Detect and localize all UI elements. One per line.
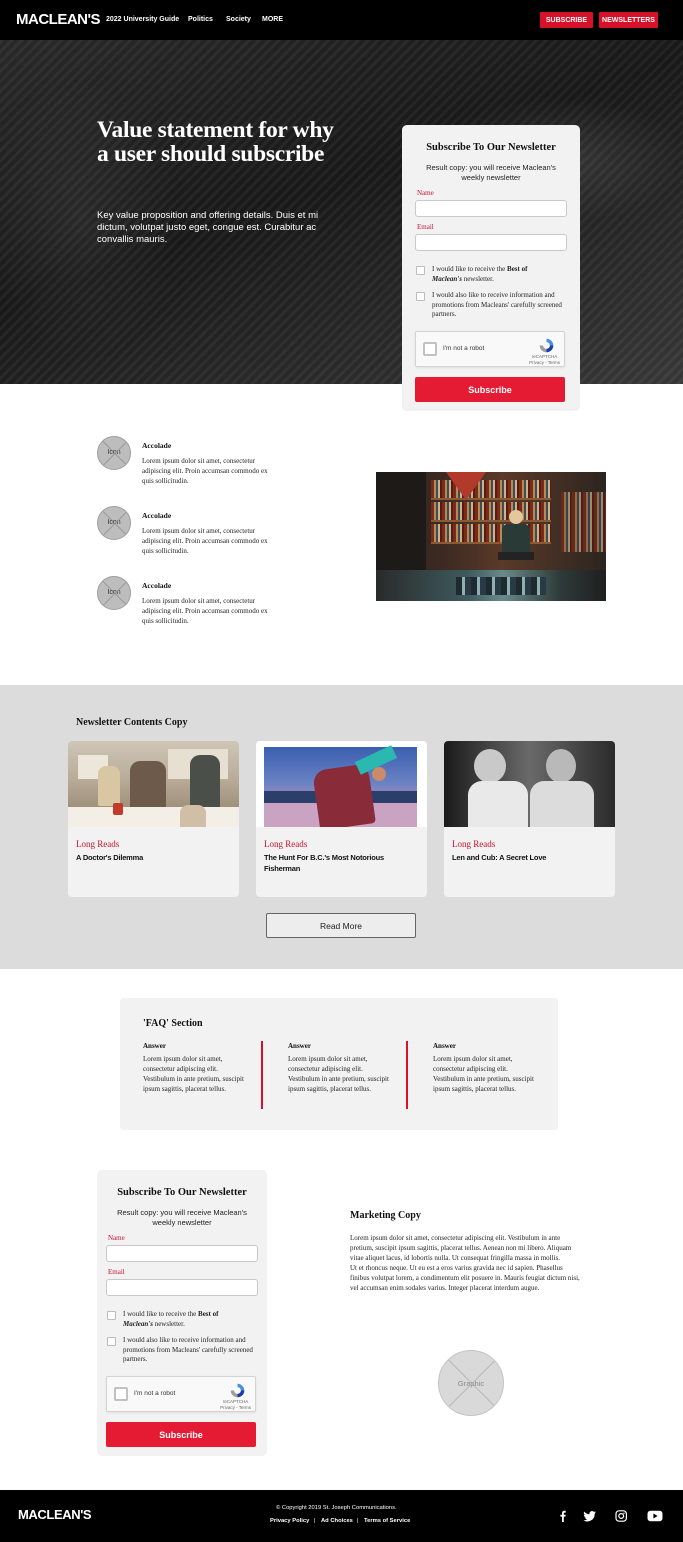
newsletter-title: Subscribe To Our Newsletter: [426, 142, 556, 153]
footer-link-privacy[interactable]: Privacy Policy: [270, 1518, 309, 1524]
recaptcha-logo-icon: [230, 1383, 245, 1398]
recaptcha-checkbox[interactable]: [423, 342, 437, 356]
header-newsletters-button[interactable]: NEWSLETTERS: [599, 12, 658, 28]
nav-politics[interactable]: Politics: [188, 16, 213, 23]
recaptcha-brand: reCAPTCHA Privacy - Terms: [220, 1399, 251, 1410]
graphic-placeholder: Graphic: [438, 1350, 504, 1416]
article-headline[interactable]: Len and Cub: A Secret Love: [452, 852, 602, 863]
bottom-newsletter-card: Subscribe To Our Newsletter Result copy:…: [97, 1170, 267, 1456]
name-field[interactable]: [415, 200, 567, 217]
footer-link-ad-choices[interactable]: Ad Choices: [321, 1518, 353, 1524]
recaptcha-label: I'm not a robot: [134, 1390, 176, 1397]
footer-separator: |: [357, 1518, 359, 1524]
faq-title: 'FAQ' Section: [143, 1018, 203, 1029]
marketing-paragraph: Lorem ipsum dolor sit amet, consectetur …: [350, 1234, 572, 1262]
article-card[interactable]: Long Reads The Hunt For B.C.'s Most Noto…: [256, 741, 427, 897]
footer-logo[interactable]: MACLEAN'S: [18, 1507, 92, 1522]
faq-answer-text: Lorem ipsum dolor sit amet, consectetur …: [433, 1055, 534, 1093]
name-label: Name: [417, 189, 434, 197]
faq-divider: [261, 1041, 263, 1109]
marketing-title: Marketing Copy: [350, 1210, 421, 1221]
recaptcha-widget: I'm not a robot reCAPTCHA Privacy - Terms: [106, 1376, 256, 1412]
nav-university-guide[interactable]: 2022 University Guide: [106, 16, 179, 23]
article-headline[interactable]: A Doctor's Dilemma: [76, 852, 226, 863]
marketing-text: Lorem ipsum dolor sit amet, consectetur …: [350, 1233, 580, 1293]
hero-body: Key value proposition and offering detai…: [97, 210, 319, 245]
accolade-text: Lorem ipsum dolor sit amet, consectetur …: [142, 527, 268, 555]
faq-answer-heading: Answer: [143, 1042, 166, 1050]
newsletter-copy: Result copy: you will receive Maclean's …: [426, 163, 556, 182]
recaptcha-label: I'm not a robot: [443, 345, 485, 352]
partners-checkbox[interactable]: [416, 292, 425, 301]
faq-answer-heading: Answer: [288, 1042, 311, 1050]
faq-answer-text: Lorem ipsum dolor sit amet, consectetur …: [143, 1055, 244, 1093]
newsletter-contents-title: Newsletter Contents Copy: [76, 717, 188, 728]
site-logo[interactable]: MACLEAN'S: [16, 11, 101, 28]
name-field[interactable]: [106, 1245, 258, 1262]
accolade-text: Lorem ipsum dolor sit amet, consectetur …: [142, 457, 268, 485]
youtube-icon[interactable]: [647, 1510, 663, 1522]
article-headline[interactable]: The Hunt For B.C.'s Most Notorious Fishe…: [264, 852, 414, 874]
recaptcha-brand: reCAPTCHA Privacy - Terms: [529, 354, 560, 365]
nav-society[interactable]: Society: [226, 16, 251, 23]
accolade-title: Accolade: [142, 581, 172, 590]
library-photo: [376, 472, 606, 601]
best-of-checkbox[interactable]: [107, 1311, 116, 1320]
accolade-icon: Icon: [97, 436, 131, 470]
facebook-icon[interactable]: [556, 1510, 570, 1522]
recaptcha-widget: I'm not a robot reCAPTCHA Privacy - Terms: [415, 331, 565, 367]
faq-divider: [406, 1041, 408, 1109]
article-card[interactable]: Long Reads Len and Cub: A Secret Love: [444, 741, 615, 897]
article-image: [444, 741, 615, 827]
hero-newsletter-card: Subscribe To Our Newsletter Result copy:…: [402, 125, 580, 411]
name-label: Name: [108, 1234, 125, 1242]
marketing-paragraph: Ut et rhoncus neque. Ut eu est a eros va…: [350, 1264, 580, 1292]
partners-checkbox[interactable]: [107, 1337, 116, 1346]
footer-copyright: © Copyright 2019 St. Joseph Communicatio…: [276, 1505, 397, 1511]
instagram-icon[interactable]: [614, 1510, 628, 1522]
header-subscribe-button[interactable]: SUBSCRIBE: [540, 12, 593, 28]
newsletter-title: Subscribe To Our Newsletter: [117, 1187, 247, 1198]
recaptcha-checkbox[interactable]: [114, 1387, 128, 1401]
partners-checkbox-label: I would also like to receive information…: [432, 291, 562, 318]
accolade-title: Accolade: [142, 511, 172, 520]
email-label: Email: [108, 1268, 125, 1276]
best-of-checkbox[interactable]: [416, 266, 425, 275]
article-image: [68, 741, 239, 827]
accolade-title: Accolade: [142, 441, 172, 450]
email-field[interactable]: [415, 234, 567, 251]
subscribe-button[interactable]: Subscribe: [106, 1422, 256, 1447]
accolade-icon: Icon: [97, 576, 131, 610]
read-more-button[interactable]: Read More: [266, 913, 416, 938]
email-field[interactable]: [106, 1279, 258, 1296]
footer-separator: |: [314, 1518, 316, 1524]
email-label: Email: [417, 223, 434, 231]
article-category: Long Reads: [264, 839, 308, 849]
twitter-icon[interactable]: [583, 1510, 597, 1522]
partners-checkbox-label: I would also like to receive information…: [123, 1336, 253, 1363]
article-category: Long Reads: [452, 839, 496, 849]
recaptcha-logo-icon: [539, 338, 554, 353]
hero-title: Value statement for why a user should su…: [97, 117, 334, 167]
article-card[interactable]: Long Reads A Doctor's Dilemma: [68, 741, 239, 897]
faq-answer-text: Lorem ipsum dolor sit amet, consectetur …: [288, 1055, 389, 1093]
article-category: Long Reads: [76, 839, 120, 849]
article-image: [256, 741, 427, 827]
best-of-checkbox-label: I would like to receive the Best of Macle…: [432, 265, 528, 283]
site-footer: [0, 1490, 683, 1542]
newsletter-copy: Result copy: you will receive Maclean's …: [117, 1208, 247, 1227]
accolade-text: Lorem ipsum dolor sit amet, consectetur …: [142, 597, 268, 625]
faq-answer-heading: Answer: [433, 1042, 456, 1050]
footer-link-terms[interactable]: Terms of Service: [364, 1518, 410, 1524]
best-of-checkbox-label: I would like to receive the Best of Macle…: [123, 1310, 219, 1328]
accolade-icon: Icon: [97, 506, 131, 540]
nav-more[interactable]: MORE: [262, 16, 283, 23]
subscribe-button[interactable]: Subscribe: [415, 377, 565, 402]
